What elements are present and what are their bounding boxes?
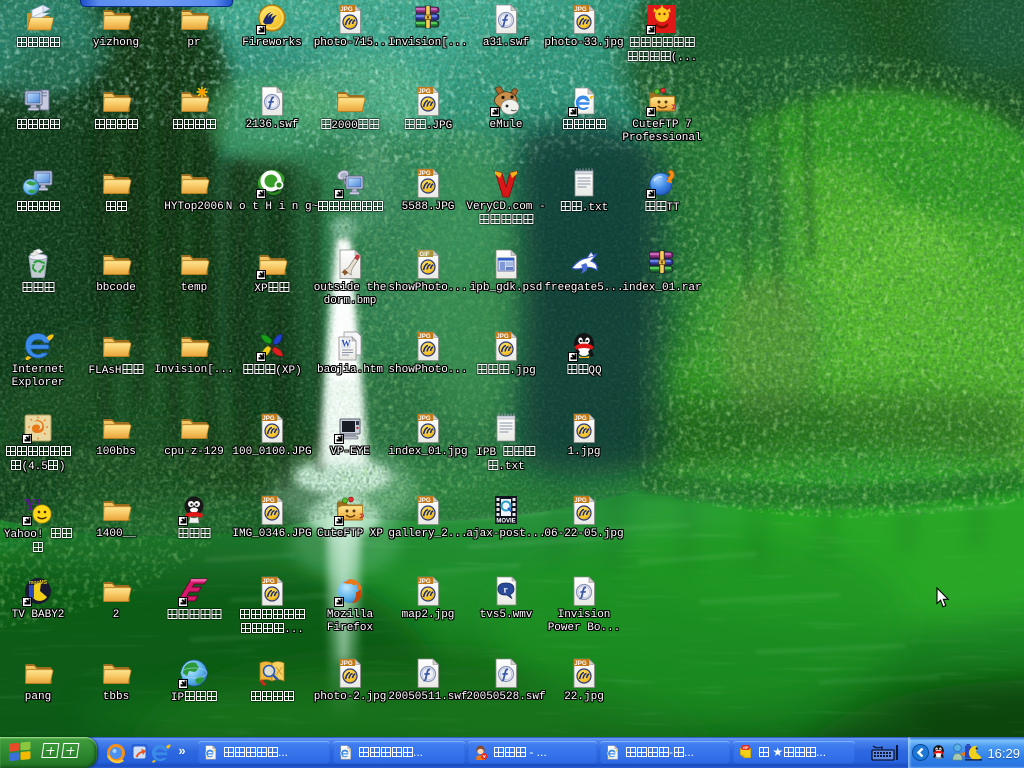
svg-text:»: » bbox=[178, 743, 185, 758]
svg-text:VIP: VIP bbox=[743, 746, 749, 750]
